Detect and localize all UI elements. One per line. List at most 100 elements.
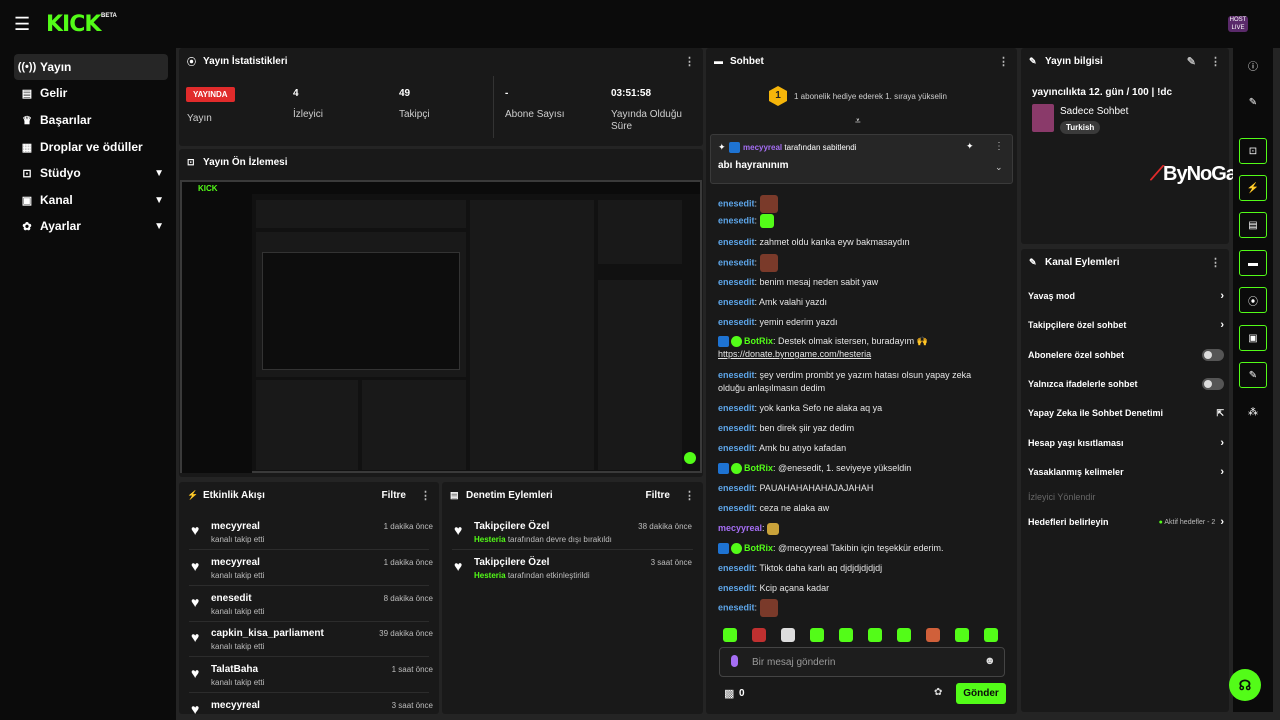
info-icon[interactable]: ⓘ xyxy=(1239,52,1267,78)
chat-icon: ▬ xyxy=(714,56,723,66)
chat-message: enesedit: Tiktok daha karlı aq djdjdjdjd… xyxy=(718,563,883,573)
kick-logo[interactable]: KICK xyxy=(46,12,101,37)
sidebar-item-ayarlar[interactable]: ✿ Ayarlar ▼ xyxy=(14,213,168,239)
moderation-panel: ▤ Denetim Eylemleri Filtre ⋮ ♥ Takipçilere Ö… xyxy=(442,482,703,714)
list-item[interactable]: ♥ mecyyreal kanalı takip etti 1 dakika önce xyxy=(189,518,433,552)
more-icon[interactable]: ⋮ xyxy=(998,55,1009,68)
chat-message: BotRix: Destek olmak istersen, buradayım… xyxy=(718,336,928,359)
panel-title: Etkinlik Akışı xyxy=(203,489,265,501)
panel-title: Yayın Ön İzlemesi xyxy=(203,156,288,168)
sidebar-item-label: Yayın xyxy=(40,60,72,74)
pinned-user: mecyyreal tarafından sabitlendi xyxy=(743,143,857,152)
filter-button[interactable]: Filtre xyxy=(646,490,670,501)
category-thumbnail[interactable] xyxy=(1032,104,1054,132)
sidebar-item-label: Stüdyo xyxy=(40,166,81,180)
emote-icon xyxy=(759,195,778,213)
donate-link[interactable]: https://donate.bynogame.com/hesteria xyxy=(718,349,871,359)
sidebar-item-yayin[interactable]: ((•)) Yayın xyxy=(14,54,168,80)
filter-button[interactable]: Filtre xyxy=(382,490,406,501)
ai-moderation-action[interactable]: Yapay Zeka ile Sohbet Denetimi ⇱ xyxy=(1028,405,1224,421)
chat-message: enesedit: ceza ne alaka aw xyxy=(718,503,830,513)
wrench-icon[interactable]: ✎ xyxy=(1239,362,1267,388)
emote-icon xyxy=(759,214,774,228)
broadcast-icon[interactable]: ⦿ xyxy=(1239,287,1267,313)
chevron-right-icon: › xyxy=(1220,290,1224,302)
heart-icon: ♥ xyxy=(191,522,200,538)
avatar[interactable]: HOST LIVE xyxy=(1228,16,1248,32)
list-item[interactable]: ♥ enesedit kanalı takip etti 8 dakika önce xyxy=(189,590,433,624)
emoji-picker-icon[interactable]: ☻ xyxy=(984,655,996,667)
gift-text: 1 abonelik hediye ederek 1. sıraya yükse… xyxy=(794,92,947,101)
hamburger-menu-icon[interactable]: ☰ xyxy=(14,15,34,33)
broadcast-icon: ((•)) xyxy=(17,61,37,73)
more-icon[interactable]: ⋮ xyxy=(1210,256,1221,269)
chat-icon[interactable]: ▬ xyxy=(1239,250,1267,276)
set-goals-action[interactable]: Hedefleri belirleyin ● Aktif hedefler - 2… xyxy=(1028,514,1224,530)
support-headset-icon[interactable]: ☊ xyxy=(1229,669,1261,701)
channel-icon: ▣ xyxy=(21,194,33,207)
viewer-count: 4 xyxy=(293,88,299,99)
account-age-action[interactable]: Hesap yaşı kısıtlaması › xyxy=(1028,435,1224,451)
sidebar-item-basarilar[interactable]: ♛ Başarılar xyxy=(14,107,168,133)
verified-badge-icon xyxy=(731,336,742,348)
document-icon: ▤ xyxy=(450,489,459,500)
bolt-icon[interactable]: ⚡ xyxy=(1239,175,1267,201)
moderator-badge-icon xyxy=(718,463,729,475)
list-item[interactable]: ♥ Takipçilere Özel Hesteria tarafından dev… xyxy=(452,518,692,552)
sidebar-item-gelir[interactable]: ▤ Gelir xyxy=(14,80,168,106)
more-icon[interactable]: ⋮ xyxy=(1210,55,1221,68)
emotes-only-toggle[interactable]: Yalnızca ifadelerle sohbet xyxy=(1028,376,1224,392)
sidebar-item-studyo[interactable]: ⊡ Stüdyo ▼ xyxy=(14,160,168,186)
collapse-icon[interactable]: ⩡ xyxy=(855,116,861,127)
clip-icon[interactable]: ⊡ xyxy=(1239,138,1267,164)
heart-icon: ♥ xyxy=(191,701,200,714)
list-item[interactable]: ♥ mecyyreal 3 saat önce xyxy=(189,697,433,714)
emote-icon xyxy=(767,522,780,535)
panel-title: Sohbet xyxy=(730,55,764,67)
heart-icon: ♥ xyxy=(191,594,200,610)
stream-preview[interactable]: KICK xyxy=(180,180,702,473)
category-name[interactable]: Sadece Sohbet xyxy=(1060,106,1128,117)
subscribers-only-toggle[interactable]: Abonelere özel sohbet xyxy=(1028,347,1224,363)
send-button[interactable]: Gönder xyxy=(956,683,1006,704)
followers-only-action[interactable]: Takipçilere özel sohbet › xyxy=(1028,317,1224,333)
slow-mode-action[interactable]: Yavaş mod › xyxy=(1028,288,1224,304)
chevron-down-icon[interactable]: ⌄ xyxy=(995,162,1003,173)
more-icon[interactable]: ⋮ xyxy=(684,489,695,502)
chevron-down-icon: ▼ xyxy=(154,194,164,206)
chevron-right-icon: › xyxy=(1220,516,1224,528)
more-icon[interactable]: ⋮ xyxy=(684,55,695,68)
edit-icon[interactable]: ✎ xyxy=(1187,55,1196,68)
chevron-right-icon: › xyxy=(1220,319,1224,331)
microphone-icon[interactable] xyxy=(731,655,738,667)
list-item[interactable]: ♥ capkin_kisa_parliament kanalı takip etti… xyxy=(189,625,433,659)
broadcast-icon: ⦿ xyxy=(187,56,197,67)
list-item[interactable]: ♥ Takipçilere Özel Hesteria tarafından etk… xyxy=(452,554,692,588)
list-item[interactable]: ♥ mecyyreal kanalı takip etti 1 dakika önce xyxy=(189,554,433,588)
more-icon[interactable]: ⋮ xyxy=(420,489,431,502)
banned-words-action[interactable]: Yasaklanmış kelimeler › xyxy=(1028,464,1224,480)
list-item[interactable]: ♥ TalatBaha kanalı takip etti 1 saat önce xyxy=(189,661,433,695)
apps-icon[interactable]: ⁂ xyxy=(1239,399,1267,425)
activity-panel: ⚡ Etkinlik Akışı Filtre ⋮ ♥ mecyyreal kanalı … xyxy=(179,482,439,714)
emote-bar[interactable] xyxy=(723,628,1013,647)
sidebar-item-droplar[interactable]: ▦ Droplar ve ödüller xyxy=(14,134,168,160)
settings-gear-icon[interactable]: ✿ xyxy=(934,687,942,698)
preview-icon[interactable]: ▣ xyxy=(1239,325,1267,351)
studio-icon: ⊡ xyxy=(22,167,32,180)
heart-icon: ♥ xyxy=(454,558,463,574)
gift-box-icon[interactable]: ▩ xyxy=(724,687,734,700)
chat-message: enesedit: Amk valahi yazdı xyxy=(718,297,828,307)
sidebar-item-kanal[interactable]: ▣ Kanal ▼ xyxy=(14,187,168,213)
chat-message: enesedit: xyxy=(718,254,998,272)
language-tag[interactable]: Turkish xyxy=(1060,121,1101,134)
moderator-badge-icon xyxy=(729,142,740,153)
wrench-icon: ✎ xyxy=(1029,55,1037,66)
chevron-down-icon: ▼ xyxy=(154,167,164,179)
unpin-icon[interactable]: ✦ xyxy=(966,141,974,152)
more-icon[interactable]: ⋮ xyxy=(994,141,1004,152)
document-icon[interactable]: ▤ xyxy=(1239,212,1267,238)
heart-icon: ♥ xyxy=(191,558,200,574)
edit-icon[interactable]: ✎ xyxy=(1239,89,1267,115)
uptime-label: Yayında Olduğu Süre xyxy=(611,109,682,132)
